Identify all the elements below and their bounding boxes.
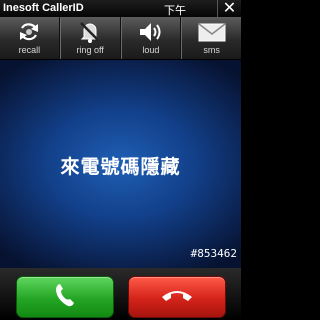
recall-button[interactable]: recall (0, 17, 60, 59)
toolbar: recall ring off loud sms (0, 17, 241, 60)
sms-label: sms (203, 45, 220, 55)
ring-off-button[interactable]: ring off (59, 17, 121, 59)
clock-time: 下午 (164, 5, 186, 17)
recall-icon (13, 20, 45, 44)
bell-off-icon (74, 20, 106, 44)
reject-button[interactable] (128, 276, 226, 318)
sms-button[interactable]: sms (181, 17, 241, 59)
watermark: #853462 (190, 247, 237, 260)
loud-label: loud (142, 45, 160, 55)
call-actions (0, 268, 241, 320)
title-bar: Inesoft CallerID 下午 ✕ (0, 0, 241, 17)
caller-display: 來電號碼隱藏 #853462 (0, 60, 241, 268)
recall-label: recall (18, 45, 41, 55)
envelope-icon (196, 20, 228, 44)
caller-id-message: 來電號碼隱藏 (60, 156, 181, 178)
answer-button[interactable] (16, 276, 114, 318)
phone-hangup-icon (160, 287, 194, 308)
speaker-icon (135, 20, 167, 44)
close-icon: ✕ (222, 0, 237, 17)
loud-button[interactable]: loud (120, 17, 182, 59)
close-button[interactable]: ✕ (217, 0, 241, 17)
ring-off-label: ring off (76, 45, 104, 55)
phone-answer-icon (54, 282, 76, 313)
app-title: Inesoft CallerID (3, 2, 84, 14)
